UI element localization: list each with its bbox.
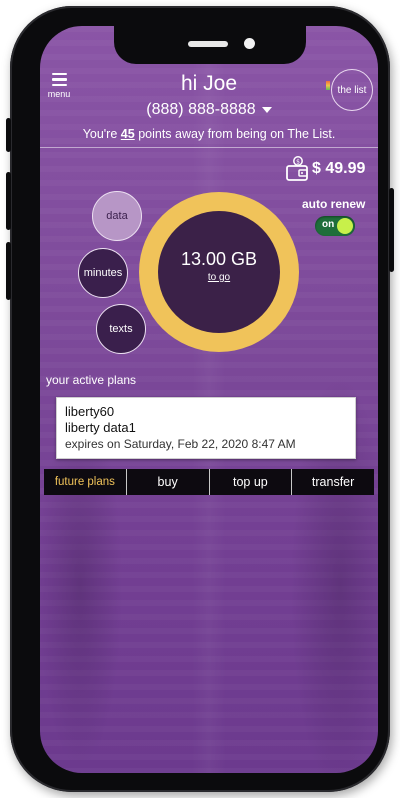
points-suffix: points away from being on The List. bbox=[138, 127, 336, 141]
app-screen: menu hi Joe (888) 888-8888 the list You'… bbox=[40, 26, 378, 773]
toggle-knob bbox=[337, 218, 353, 234]
front-camera bbox=[244, 38, 255, 49]
minutes-button[interactable]: minutes bbox=[78, 248, 128, 298]
active-plans-title: your active plans bbox=[46, 373, 137, 387]
data-button[interactable]: data bbox=[92, 191, 142, 241]
tab-top-up[interactable]: top up bbox=[210, 469, 293, 495]
usage-donut-center: 13.00 GB to go bbox=[158, 211, 280, 333]
texts-button-label: texts bbox=[109, 323, 133, 335]
account-balance: $ 49.99 bbox=[312, 160, 366, 177]
phone-notch bbox=[114, 26, 306, 64]
points-prefix: You're bbox=[82, 127, 118, 141]
phone-number: (888) 888-8888 bbox=[146, 101, 256, 118]
auto-renew-label: auto renew bbox=[302, 197, 366, 211]
tab-buy[interactable]: buy bbox=[127, 469, 210, 495]
tab-transfer[interactable]: transfer bbox=[292, 469, 374, 495]
tab-future-plans[interactable]: future plans bbox=[44, 469, 127, 495]
points-message: You're 45 points away from being on The … bbox=[40, 127, 378, 141]
caret-down-icon bbox=[261, 106, 272, 113]
plan-actions-bar: future plans buy top up transfer bbox=[44, 469, 374, 495]
volume-down-button bbox=[6, 242, 11, 300]
volume-up-button bbox=[6, 172, 11, 230]
the-list-icon bbox=[326, 81, 330, 90]
plan-expiry: expires on Saturday, Feb 22, 2020 8:47 A… bbox=[65, 437, 296, 451]
svg-text:$: $ bbox=[296, 158, 300, 165]
phone-number-selector[interactable]: (888) 888-8888 bbox=[40, 101, 378, 119]
the-list-button[interactable]: the list bbox=[331, 69, 373, 111]
points-value: 45 bbox=[120, 127, 135, 141]
texts-button[interactable]: texts bbox=[96, 304, 146, 354]
auto-renew-toggle[interactable]: on bbox=[315, 216, 355, 236]
data-button-label: data bbox=[106, 210, 128, 222]
header-divider bbox=[40, 147, 378, 148]
phone-frame: menu hi Joe (888) 888-8888 the list You'… bbox=[6, 6, 394, 792]
toggle-state: on bbox=[322, 219, 335, 230]
minutes-button-label: minutes bbox=[83, 267, 123, 279]
speaker-grille bbox=[188, 41, 228, 47]
remaining-data: 13.00 GB bbox=[180, 249, 258, 269]
plan-line: liberty60 bbox=[65, 404, 115, 419]
plan-line: liberty data1 bbox=[65, 420, 136, 435]
usage-donut: 13.00 GB to go bbox=[139, 192, 299, 352]
active-plan-card[interactable]: liberty60 liberty data1 expires on Satur… bbox=[56, 397, 356, 459]
the-list-label: the list bbox=[337, 84, 367, 96]
side-button bbox=[6, 118, 11, 152]
to-go-link[interactable]: to go bbox=[158, 272, 280, 283]
wallet-icon[interactable]: $ bbox=[285, 156, 309, 182]
power-button bbox=[389, 188, 394, 272]
